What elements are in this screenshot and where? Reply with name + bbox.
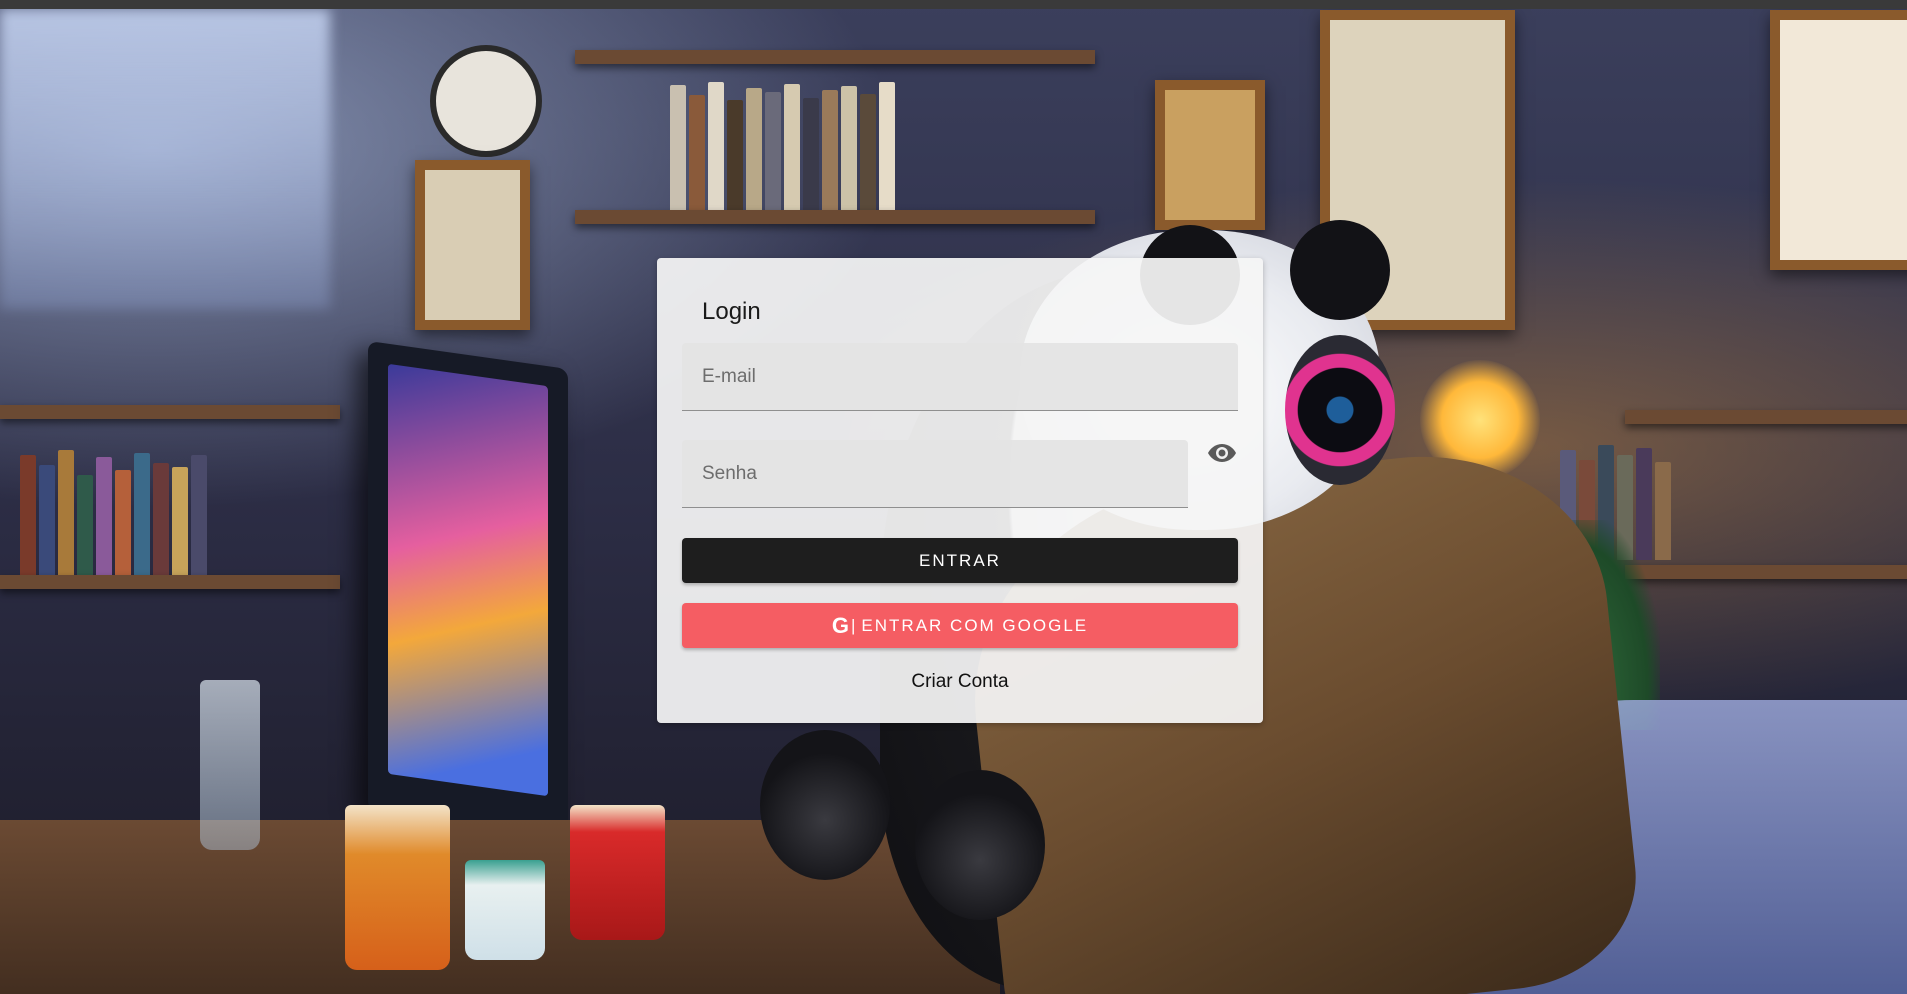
login-page: Login ENTRAR G | ENTRAR COM GOOGLE Criar…	[0, 0, 1907, 994]
panda-ear-right	[1290, 220, 1390, 320]
login-card: Login ENTRAR G | ENTRAR COM GOOGLE Criar…	[657, 258, 1263, 723]
create-account-link[interactable]: Criar Conta	[657, 671, 1263, 693]
top-books	[670, 80, 895, 210]
wall-clock	[430, 45, 542, 157]
middle-shelf	[575, 210, 1095, 224]
left-shelf	[0, 405, 340, 419]
cup-orange	[345, 805, 450, 970]
google-login-button[interactable]: G | ENTRAR COM GOOGLE	[682, 603, 1238, 648]
eye-icon	[1208, 444, 1236, 462]
left-shelf-lower	[0, 575, 340, 589]
wall-picture	[415, 160, 530, 330]
login-title: Login	[702, 298, 761, 325]
top-shelf	[575, 50, 1095, 64]
right-shelf-lower	[1625, 565, 1907, 579]
panda-paw-right	[915, 770, 1045, 920]
panda-paw-left	[760, 730, 890, 880]
email-field-container	[682, 343, 1238, 411]
enter-button-label: ENTRAR	[919, 550, 1001, 570]
google-icon: G	[831, 612, 849, 638]
browser-top-bar	[0, 0, 1907, 9]
left-books	[20, 445, 207, 575]
headphones	[1285, 335, 1395, 485]
poster-far-right	[1770, 10, 1907, 270]
right-shelf	[1625, 410, 1907, 424]
password-field[interactable]	[682, 440, 1188, 507]
small-frame	[1155, 80, 1265, 230]
password-field-container	[682, 440, 1188, 508]
water-bottle	[200, 680, 260, 850]
cup-red	[570, 805, 665, 940]
monitor-screen	[388, 363, 548, 797]
enter-button[interactable]: ENTRAR	[682, 538, 1238, 583]
google-separator: |	[851, 615, 856, 635]
window-light	[0, 9, 330, 309]
email-field[interactable]	[682, 343, 1238, 410]
password-visibility-toggle[interactable]	[1202, 433, 1242, 473]
cup-small	[465, 860, 545, 960]
monitor	[368, 340, 568, 840]
google-button-label: ENTRAR COM GOOGLE	[861, 615, 1089, 635]
